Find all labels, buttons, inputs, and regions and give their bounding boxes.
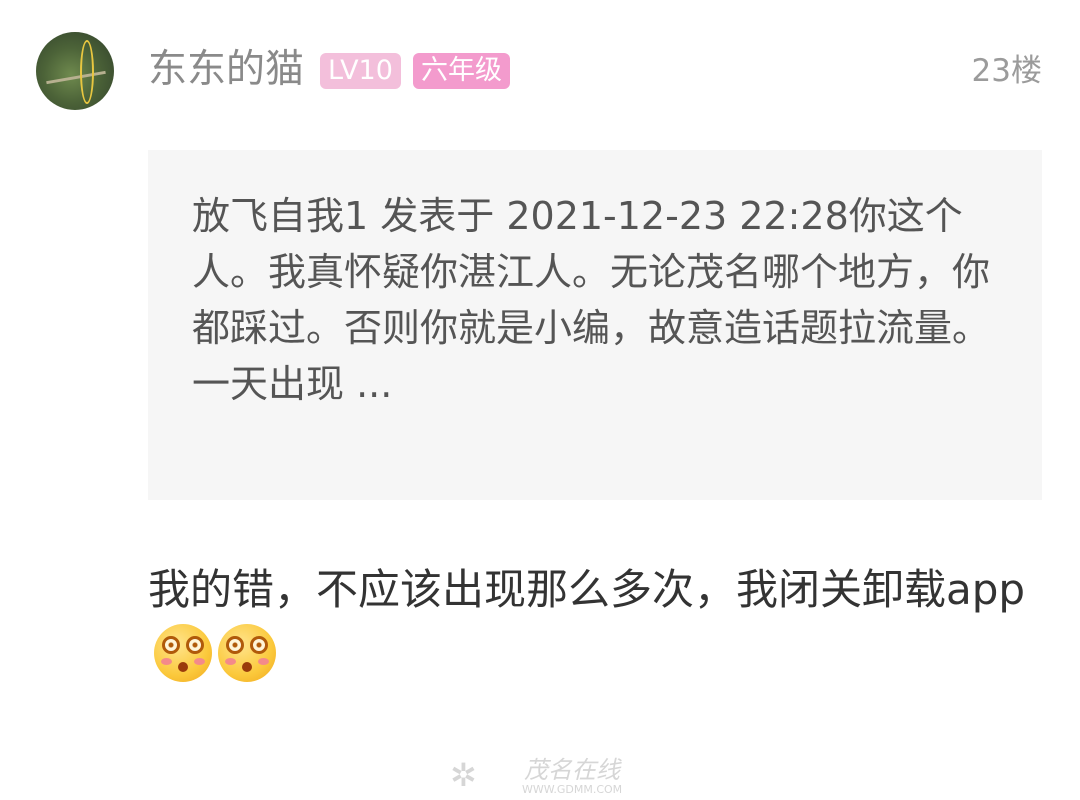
quoted-post[interactable]: 放飞自我1 发表于 2021-12-23 22:28你这个人。我真怀疑你湛江人。… (148, 150, 1042, 500)
avatar-ring (80, 40, 94, 104)
watermark-url: WWW.GDMM.COM (522, 783, 623, 796)
avatar[interactable] (36, 32, 114, 110)
post-card: 东东的猫 LV10 六年级 23楼 放飞自我1 发表于 2021-12-23 2… (0, 0, 1080, 800)
watermark-logo-icon: ✲ (450, 756, 477, 794)
watermark-name: 茂名在线 (524, 756, 620, 784)
watermark: ✲ 茂名在线 WWW.GDMM.COM (450, 754, 650, 798)
reply-text: 我的错，不应该出现那么多次，我闭关卸载app (148, 565, 1026, 614)
grade-badge: 六年级 (413, 53, 510, 89)
level-badge: LV10 (320, 53, 401, 89)
dizzy-face-emoji-icon (154, 624, 212, 682)
reply-content: 我的错，不应该出现那么多次，我闭关卸载app (148, 558, 1028, 686)
quoted-text: 放飞自我1 发表于 2021-12-23 22:28你这个人。我真怀疑你湛江人。… (192, 194, 991, 406)
dizzy-face-emoji-icon (218, 624, 276, 682)
floor-number: 23楼 (971, 53, 1042, 89)
username[interactable]: 东东的猫 (148, 46, 304, 94)
avatar-road (46, 70, 106, 85)
